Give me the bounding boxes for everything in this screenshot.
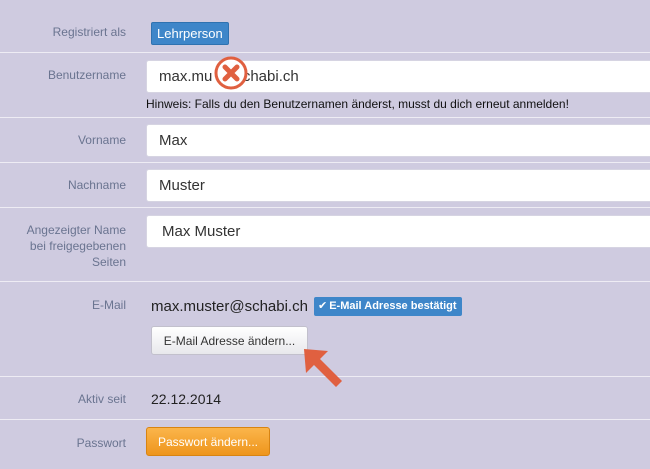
firstname-input[interactable]: Max xyxy=(146,124,650,157)
email-label: E-Mail xyxy=(91,298,126,312)
display-name-label: Angezeigter Name bei freigegebenen Seite… xyxy=(0,222,126,270)
row-display-name: Angezeigter Name bei freigegebenen Seite… xyxy=(0,208,650,282)
email-value: max.muster@schabi.ch xyxy=(151,298,308,315)
display-name-label-line-1: Angezeigter Name xyxy=(26,223,126,237)
x-circle-icon xyxy=(214,56,248,90)
active-since-value: 22.12.2014 xyxy=(151,391,222,407)
row-lastname: Nachname Muster xyxy=(0,163,650,208)
firstname-label: Vorname xyxy=(77,133,126,147)
row-active-since: Aktiv seit 22.12.2014 xyxy=(0,377,650,420)
lastname-value: Muster xyxy=(159,177,205,194)
active-since-label: Aktiv seit xyxy=(77,392,126,406)
change-password-button[interactable]: Passwort ändern... xyxy=(146,427,270,456)
email-verified-text: E-Mail Adresse bestätigt xyxy=(329,300,457,312)
lastname-input[interactable]: Muster xyxy=(146,169,650,202)
username-hint: Hinweis: Falls du den Benutzernamen ände… xyxy=(146,97,569,111)
display-name-input[interactable]: Max Muster xyxy=(146,215,650,248)
role-label: Registriert als xyxy=(52,25,126,39)
firstname-value: Max xyxy=(159,132,188,149)
display-name-value: Max Muster xyxy=(162,223,241,240)
check-icon: ✔ xyxy=(318,300,328,312)
display-name-label-line-3: Seiten xyxy=(91,255,126,269)
username-label: Benutzername xyxy=(47,68,126,82)
lastname-label: Nachname xyxy=(67,178,126,192)
row-firstname: Vorname Max xyxy=(0,118,650,163)
email-verified-badge: ✔ E-Mail Adresse bestätigt xyxy=(314,297,462,316)
row-email: E-Mail max.muster@schabi.ch ✔ E-Mail Adre… xyxy=(0,282,650,387)
role-badge: Lehrperson xyxy=(151,22,229,45)
display-name-label-line-2: bei freigegebenen xyxy=(29,239,126,253)
row-role: Registriert als Lehrperson xyxy=(0,0,650,53)
change-email-button[interactable]: E-Mail Adresse ändern... xyxy=(151,326,308,355)
profile-form: Registriert als Lehrperson Benutzername … xyxy=(0,0,650,469)
password-label: Passwort xyxy=(76,436,126,450)
row-password: Passwort Passwort ändern... xyxy=(0,420,650,469)
row-username: Benutzername max.mu schabi.ch Hinweis: F… xyxy=(0,53,650,118)
username-value-start: max.mu xyxy=(159,68,213,85)
